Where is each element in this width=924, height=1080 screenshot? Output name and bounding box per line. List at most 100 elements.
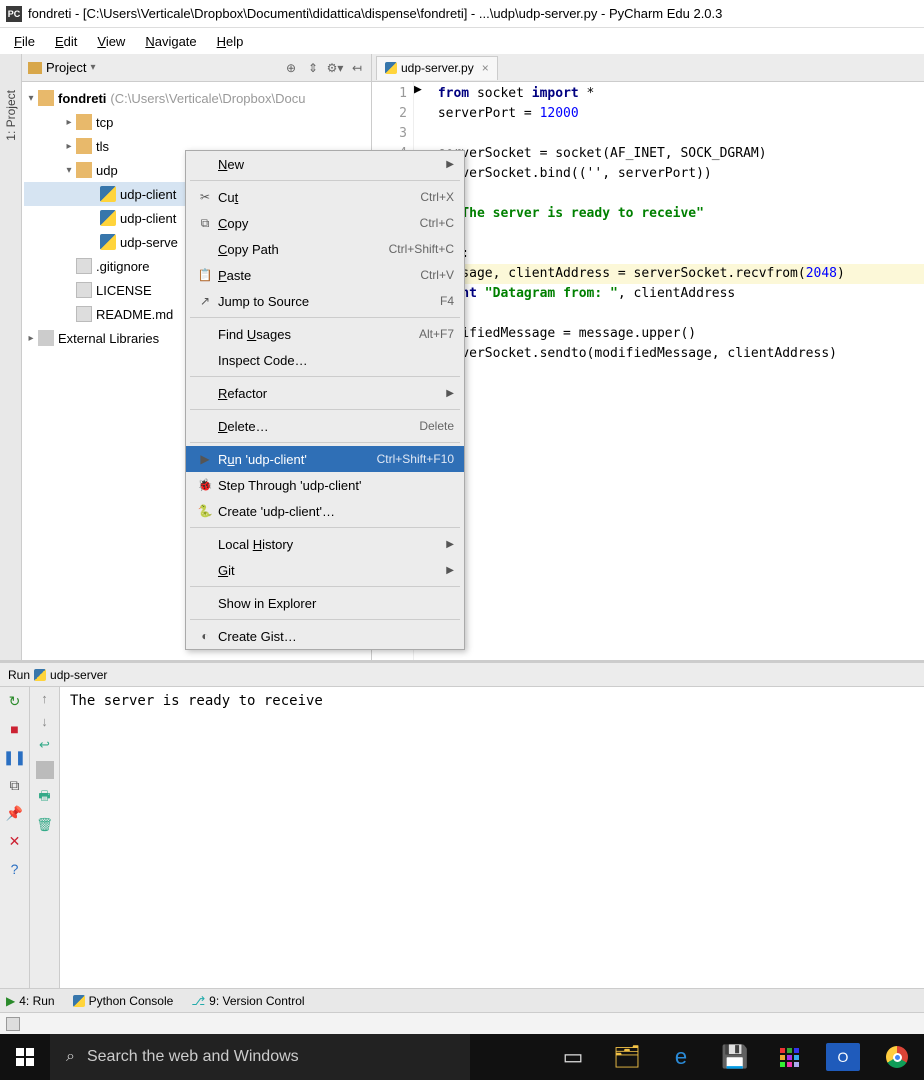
pause-icon[interactable]: ❚❚ xyxy=(5,747,25,767)
menu-item-icon: ↗ xyxy=(196,294,214,308)
menu-item-label: Jump to Source xyxy=(218,294,432,309)
layout-icon[interactable]: ⧉ xyxy=(5,775,25,795)
menu-view[interactable]: View xyxy=(87,32,135,51)
chevron-right-icon[interactable]: ▸ xyxy=(24,333,38,344)
tree-item[interactable]: ▸ tcp xyxy=(24,110,369,134)
editor-tab-label: udp-server.py xyxy=(401,61,474,75)
tree-item-label: udp xyxy=(96,163,118,178)
context-menu-item[interactable]: ▶Run 'udp-client'Ctrl+Shift+F10 xyxy=(186,446,464,472)
menu-item-label: Delete… xyxy=(218,419,411,434)
context-menu-item[interactable]: 🐍Create 'udp-client'… xyxy=(186,498,464,524)
menu-help[interactable]: Help xyxy=(207,32,254,51)
bottom-tab-console-label: Python Console xyxy=(89,994,174,1008)
taskbar-search[interactable]: ⌕ Search the web and Windows xyxy=(50,1034,470,1080)
context-menu-item[interactable]: New▶ xyxy=(186,151,464,177)
close-icon[interactable]: ✕ xyxy=(5,831,25,851)
collapse-icon[interactable]: ⇕ xyxy=(305,60,321,76)
taskbar-apps: ▭ 🗂 e 💾 O xyxy=(546,1034,924,1080)
submenu-arrow-icon: ▶ xyxy=(446,159,454,170)
context-menu-item[interactable]: Inspect Code… xyxy=(186,347,464,373)
menu-item-label: Refactor xyxy=(218,386,446,401)
rerun-icon[interactable]: ↻ xyxy=(5,691,25,711)
folder-icon xyxy=(76,138,92,154)
project-header-title[interactable]: Project xyxy=(46,60,86,75)
context-menu-item[interactable]: ◐Create Gist… xyxy=(186,623,464,649)
outlook-icon[interactable]: O xyxy=(826,1043,860,1071)
menu-item-shortcut: F4 xyxy=(440,294,454,308)
grid-app-icon[interactable] xyxy=(762,1034,816,1080)
windows-logo-icon xyxy=(16,1048,34,1066)
editor-tab-udp-server[interactable]: udp-server.py × xyxy=(376,56,498,80)
run-tool-window: Run udp-server ↻ ■ ❚❚ ⧉ 📌 ✕ ? ↑ ↓ ↩ 🖶 🗑 … xyxy=(0,660,924,988)
print-icon[interactable]: 🖶 xyxy=(38,787,50,809)
save-app-icon[interactable]: 💾 xyxy=(708,1034,762,1080)
scroll-to-end-icon[interactable] xyxy=(36,761,54,779)
run-left-toolbar: ↻ ■ ❚❚ ⧉ 📌 ✕ ? xyxy=(0,687,30,988)
file-icon xyxy=(76,282,92,298)
close-tab-icon[interactable]: × xyxy=(482,61,489,75)
soft-wrap-icon[interactable]: ↩ xyxy=(39,737,50,753)
menu-item-label: Copy xyxy=(218,216,412,231)
tree-item-label: udp-client xyxy=(120,187,176,202)
down-arrow-icon[interactable]: ↓ xyxy=(41,714,48,729)
code-content[interactable]: from socket import * serverPort = 12000 … xyxy=(422,82,924,660)
context-menu-item[interactable]: Refactor▶ xyxy=(186,380,464,406)
context-menu-item[interactable]: Local History▶ xyxy=(186,531,464,557)
pin-icon[interactable]: 📌 xyxy=(5,803,25,823)
context-menu-item[interactable]: 🐞Step Through 'udp-client' xyxy=(186,472,464,498)
bottom-tab-run-label: 4: Run xyxy=(19,994,54,1008)
chevron-icon[interactable]: ▸ xyxy=(62,141,76,152)
bottom-tab-python-console[interactable]: Python Console xyxy=(73,994,174,1008)
menu-separator xyxy=(190,376,460,377)
tool-tab-project[interactable]: 1: Project xyxy=(2,84,20,147)
bottom-toolwindow-tabs: ▶ 4: Run Python Console ⎇ 9: Version Con… xyxy=(0,988,924,1012)
chrome-icon[interactable] xyxy=(870,1034,924,1080)
gear-icon[interactable]: ⚙▾ xyxy=(327,60,343,76)
chevron-icon[interactable]: ▸ xyxy=(62,117,76,128)
edge-icon[interactable]: e xyxy=(654,1034,708,1080)
context-menu-item[interactable]: 📋PasteCtrl+V xyxy=(186,262,464,288)
run-output[interactable]: The server is ready to receive xyxy=(60,687,924,988)
menu-separator xyxy=(190,180,460,181)
window-title: fondreti - [C:\Users\Verticale\Dropbox\D… xyxy=(28,6,722,21)
tree-root[interactable]: ▾ fondreti (C:\Users\Verticale\Dropbox\D… xyxy=(24,86,369,110)
context-menu-item[interactable]: Show in Explorer xyxy=(186,590,464,616)
context-menu: New▶✂CutCtrl+X⧉CopyCtrl+CCopy PathCtrl+S… xyxy=(185,150,465,650)
menu-item-icon: ▶ xyxy=(196,452,214,466)
scroll-target-icon[interactable]: ⊕ xyxy=(283,60,299,76)
dropdown-icon[interactable]: ▾ xyxy=(90,62,95,73)
tree-item-label: tcp xyxy=(96,115,113,130)
context-menu-item[interactable]: Delete…Delete xyxy=(186,413,464,439)
file-explorer-icon[interactable]: 🗂 xyxy=(600,1034,654,1080)
context-menu-item[interactable]: Copy PathCtrl+Shift+C xyxy=(186,236,464,262)
context-menu-item[interactable]: ⧉CopyCtrl+C xyxy=(186,210,464,236)
folder-icon xyxy=(76,114,92,130)
task-view-icon[interactable]: ▭ xyxy=(546,1034,600,1080)
menu-file[interactable]: File xyxy=(4,32,45,51)
context-menu-item[interactable]: Find UsagesAlt+F7 xyxy=(186,321,464,347)
help-icon[interactable]: ? xyxy=(5,859,25,879)
context-menu-item[interactable]: Git▶ xyxy=(186,557,464,583)
menu-item-label: Create Gist… xyxy=(218,629,454,644)
bottom-tab-version-control[interactable]: ⎇ 9: Version Control xyxy=(191,994,304,1008)
menu-item-label: Step Through 'udp-client' xyxy=(218,478,454,493)
up-arrow-icon[interactable]: ↑ xyxy=(41,691,48,706)
context-menu-item[interactable]: ↗ Jump to Source F4 xyxy=(186,288,464,314)
chevron-icon[interactable]: ▾ xyxy=(62,165,76,176)
context-menu-item[interactable]: ✂CutCtrl+X xyxy=(186,184,464,210)
chevron-down-icon[interactable]: ▾ xyxy=(24,93,38,104)
status-box-icon[interactable] xyxy=(6,1017,20,1031)
clear-icon[interactable]: 🗑 xyxy=(36,817,53,833)
main-area: 1: Project Project ▾ ⊕ ⇕ ⚙▾ ↤ ▾ fondreti… xyxy=(0,54,924,660)
menu-item-label: Local History xyxy=(218,537,446,552)
menu-separator xyxy=(190,409,460,410)
menu-navigate[interactable]: Navigate xyxy=(135,32,206,51)
folder-icon xyxy=(76,162,92,178)
file-icon xyxy=(76,306,92,322)
stop-icon[interactable]: ■ xyxy=(5,719,25,739)
menu-item-shortcut: Ctrl+C xyxy=(420,216,454,230)
hide-panel-icon[interactable]: ↤ xyxy=(349,60,365,76)
menu-edit[interactable]: Edit xyxy=(45,32,87,51)
bottom-tab-run[interactable]: ▶ 4: Run xyxy=(6,994,55,1008)
start-button[interactable] xyxy=(0,1034,50,1080)
